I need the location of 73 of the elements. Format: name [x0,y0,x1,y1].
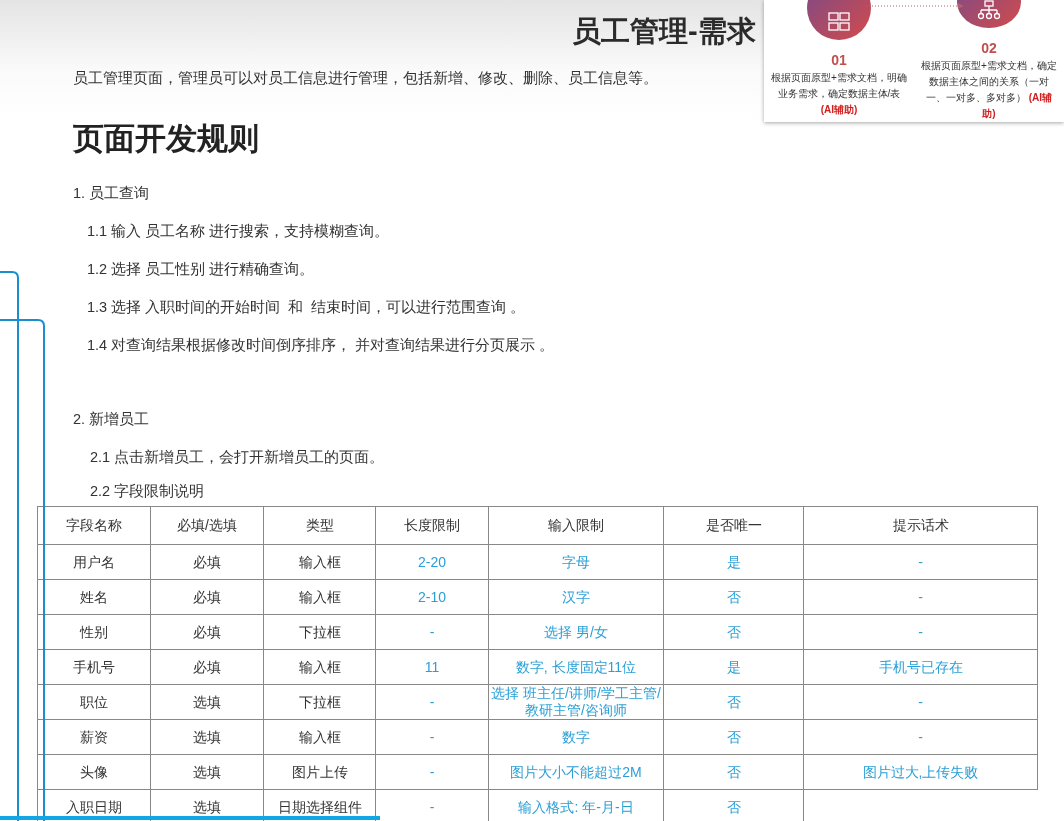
table-cell: - [375,719,489,755]
list-item: 2.2 字段限制说明 [89,482,206,501]
step-number: 01 [831,52,847,68]
table-cell: 否 [663,719,804,755]
table-cell: - [803,614,1038,650]
table-cell: 输入框 [263,579,376,615]
table-cell: 否 [663,684,804,720]
table-cell: 职位 [37,684,151,720]
table-cell: 否 [663,579,804,615]
column-header: 字段名称 [37,506,151,545]
column-header: 必填/选填 [150,506,264,545]
table-cell: 手机号 [37,649,151,685]
list-item: 1.2 选择 员工性别 进行精确查询。 [86,260,316,279]
list-item: 1.1 输入 员工名称 进行搜索，支持模糊查询。 [86,222,391,241]
table-cell: - [803,579,1038,615]
table-cell: 选填 [150,754,264,790]
step-description: 根据页面原型+需求文档，确定数据主体之间的关系（一对一、一对多、多对多） (AI辅助) [920,59,1058,121]
column-header: 是否唯一 [663,506,804,545]
column-header: 类型 [263,506,376,545]
table-cell: 必填 [150,579,264,615]
table-cell: 性别 [37,614,151,650]
table-cell: - [803,544,1038,580]
list-heading: 2. 新增员工 [73,410,151,429]
list-heading: 1. 员工查询 [73,184,151,203]
table-cell: - [375,754,489,790]
table-cell: 图片大小不能超过2M [488,754,664,790]
table-cell: 2-10 [375,579,489,615]
step-description: 根据页面原型+需求文档，明确业务需求，确定数据主体/表 (AI辅助) [770,71,908,117]
table-cell: 选择 班主任/讲师/学工主管/教研主管/咨询师 [488,684,664,720]
table-cell: 选填 [150,684,264,720]
page-title: 员工管理-需求 [572,14,756,49]
list-item: 2.1 点击新增员工，会打开新增员工的页面。 [89,448,386,467]
table-cell: 图片上传 [263,754,376,790]
table-cell: 必填 [150,649,264,685]
table-cell: 选择 男/女 [488,614,664,650]
table-cell: 下拉框 [263,614,376,650]
table-cell: 选填 [150,719,264,755]
table-cell: - [803,684,1038,720]
list-item: 1.3 选择 入职时间的开始时间 和 结束时间，可以进行范围查询 。 [86,298,527,317]
table-cell: 输入框 [263,719,376,755]
column-header: 长度限制 [375,506,489,545]
table-cell: 汉字 [488,579,664,615]
column-header: 输入限制 [488,506,664,545]
table-cell: 数字 [488,719,664,755]
table-cell: 11 [375,649,489,685]
grid-icon [828,12,850,32]
table-cell: 用户名 [37,544,151,580]
table-cell: 必填 [150,614,264,650]
table-cell: - [803,719,1038,755]
table-cell: 必填 [150,544,264,580]
step-number: 02 [981,40,997,56]
table-cell: - [375,614,489,650]
table-cell: 是 [663,544,804,580]
table-cell: 字母 [488,544,664,580]
table-cell: 是 [663,649,804,685]
table-cell: 输入框 [263,649,376,685]
table-cell: 否 [663,754,804,790]
table-cell: 薪资 [37,719,151,755]
table-cell: 姓名 [37,579,151,615]
table-cell: 输入框 [263,544,376,580]
section-heading: 页面开发规则 [73,120,260,158]
table-cell: 头像 [37,754,151,790]
table-cell: 下拉框 [263,684,376,720]
hierarchy-icon [977,0,1001,20]
table-cell: 手机号已存在 [803,649,1038,685]
table-cell: 否 [663,614,804,650]
table-cell: 2-20 [375,544,489,580]
table-cell: 数字, 长度固定11位 [488,649,664,685]
column-header: 提示话术 [803,506,1038,545]
table-cell: 图片过大,上传失败 [803,754,1038,790]
table-cell: - [375,684,489,720]
list-item: 1.4 对查询结果根据修改时间倒序排序， 并对查询结果进行分页展示 。 [86,336,556,355]
intro-text: 员工管理页面，管理员可以对员工信息进行管理，包括新增、修改、删除、员工信息等。 [73,69,658,88]
